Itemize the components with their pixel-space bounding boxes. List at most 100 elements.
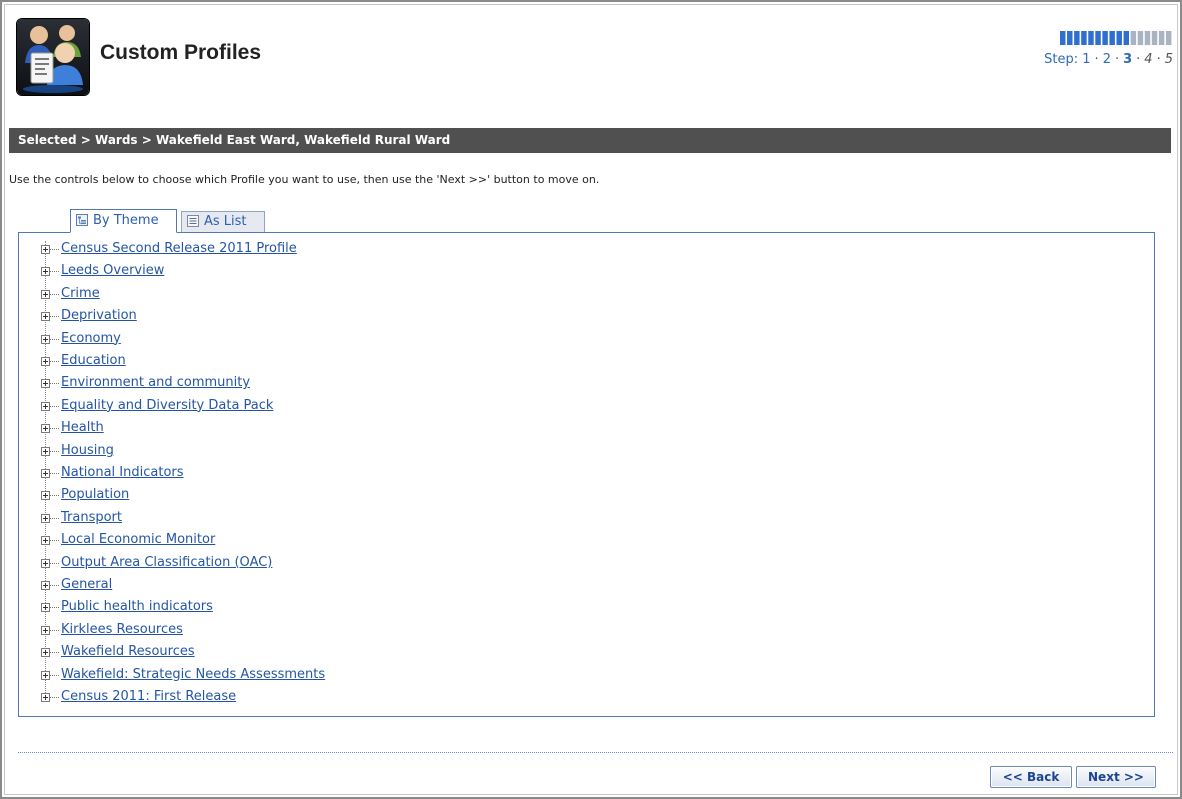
tree-item: Environment and community — [33, 373, 633, 395]
expand-icon[interactable] — [41, 424, 50, 434]
tree-item-link[interactable]: Census 2011: First Release — [61, 689, 236, 704]
tree-item-link[interactable]: Education — [61, 353, 126, 368]
step-separator: · — [1156, 52, 1161, 67]
tree-connector — [50, 271, 59, 273]
tab-by-theme[interactable]: By Theme — [70, 209, 177, 233]
tree-item: Crime — [33, 284, 633, 306]
expand-icon[interactable] — [41, 267, 50, 277]
tree-item-link[interactable]: Local Economic Monitor — [61, 532, 215, 547]
tree-icon — [76, 212, 88, 234]
tree-item-link[interactable]: Leeds Overview — [61, 263, 164, 278]
expand-icon[interactable] — [41, 379, 50, 389]
tree-connector — [50, 674, 59, 676]
tree-item-link[interactable]: Deprivation — [61, 308, 137, 323]
expand-icon[interactable] — [41, 401, 50, 411]
tree-item: Transport — [33, 508, 633, 530]
tab-as-list[interactable]: As List — [181, 211, 265, 233]
profile-tree: Census Second Release 2011 Profile Leeds … — [18, 232, 1155, 717]
tree-item: Wakefield Resources — [33, 642, 633, 664]
expand-icon[interactable] — [41, 446, 50, 456]
tree-item: Housing — [33, 441, 633, 463]
tree-item: Census 2011: First Release — [33, 687, 633, 709]
tree-item-link[interactable]: Output Area Classification (OAC) — [61, 555, 272, 570]
progress-segment-filled — [1109, 31, 1115, 45]
expand-icon[interactable] — [41, 334, 50, 344]
tree-item-link[interactable]: Transport — [61, 510, 122, 525]
tree-connector — [50, 540, 59, 542]
tree-item: Education — [33, 351, 633, 373]
progress-segment-filled — [1116, 31, 1122, 45]
tree-item-link[interactable]: Census Second Release 2011 Profile — [61, 241, 297, 256]
breadcrumb: Selected > Wards > Wakefield East Ward, … — [9, 128, 1171, 153]
progress-segment-filled — [1102, 31, 1108, 45]
tree-item: Output Area Classification (OAC) — [33, 553, 633, 575]
tree-item-link[interactable]: National Indicators — [61, 465, 184, 480]
tree-connector — [50, 361, 59, 362]
next-button[interactable]: Next >> — [1076, 766, 1156, 788]
expand-icon[interactable] — [41, 513, 50, 523]
step-2-link[interactable]: 2 — [1103, 52, 1111, 67]
tree-item: Wakefield: Strategic Needs Assessments — [33, 665, 633, 687]
expand-icon[interactable] — [41, 581, 50, 590]
expand-icon[interactable] — [41, 491, 50, 501]
expand-icon[interactable] — [41, 536, 50, 546]
progress-segment-filled — [1123, 31, 1130, 45]
tree-item-link[interactable]: Public health indicators — [61, 599, 213, 614]
tree-item: Local Economic Monitor — [33, 530, 633, 552]
expand-icon[interactable] — [41, 289, 50, 299]
tree-connector — [50, 249, 59, 250]
expand-icon[interactable] — [41, 245, 50, 254]
list-icon — [187, 214, 199, 234]
progress-segment-empty — [1137, 31, 1144, 45]
tab-by-theme-label: By Theme — [93, 213, 159, 228]
tree-item-link[interactable]: Health — [61, 420, 104, 435]
tree-item-link[interactable]: Wakefield: Strategic Needs Assessments — [61, 667, 325, 682]
tree-connector — [50, 383, 59, 385]
tree-item: Census Second Release 2011 Profile — [33, 239, 633, 261]
back-button[interactable]: << Back — [990, 766, 1072, 788]
tree-item: Kirklees Resources — [33, 620, 633, 642]
tree-item-link[interactable]: Environment and community — [61, 375, 250, 390]
tree-connector — [50, 585, 59, 586]
tree-item-link[interactable]: Kirklees Resources — [61, 622, 183, 637]
expand-icon[interactable] — [41, 693, 50, 702]
tree-item-link[interactable]: Wakefield Resources — [61, 644, 195, 659]
custom-profiles-icon — [17, 19, 89, 95]
expand-icon[interactable] — [41, 469, 50, 478]
expand-icon[interactable] — [41, 603, 50, 613]
tree-item-link[interactable]: Housing — [61, 443, 114, 458]
step-1-link[interactable]: 1 — [1082, 52, 1090, 67]
step-5-link: 5 — [1164, 52, 1173, 67]
tree-item-link[interactable]: Population — [61, 487, 129, 502]
expand-icon[interactable] — [41, 357, 50, 366]
step-separator: · — [1094, 52, 1099, 67]
tree-item-link[interactable]: Equality and Diversity Data Pack — [61, 398, 273, 413]
progress-segment-empty — [1165, 31, 1172, 45]
progress-segment-empty — [1130, 31, 1137, 45]
step-3-link: 3 — [1123, 52, 1133, 67]
step-4-link: 4 — [1144, 52, 1153, 67]
progress-segment-filled — [1060, 31, 1066, 45]
tree-item: Health — [33, 418, 633, 440]
tree-connector — [50, 697, 59, 698]
tree-item: Deprivation — [33, 306, 633, 328]
instructions-text: Use the controls below to choose which P… — [9, 173, 600, 186]
tree-connector — [50, 405, 59, 407]
tree-item-link[interactable]: General — [61, 577, 112, 592]
progress-segment-empty — [1151, 31, 1158, 45]
tree-connector — [50, 316, 59, 318]
tree-item-link[interactable]: Economy — [61, 331, 121, 346]
expand-icon[interactable] — [41, 648, 50, 658]
tree-item: General — [33, 575, 633, 597]
expand-icon[interactable] — [41, 312, 50, 322]
tree-item: Economy — [33, 329, 633, 351]
expand-icon[interactable] — [41, 670, 50, 680]
progress-segment-filled — [1095, 31, 1101, 45]
step-separator: · — [1136, 52, 1141, 67]
tree-item-link[interactable]: Crime — [61, 286, 100, 301]
step-separator: · — [1114, 52, 1120, 67]
expand-icon[interactable] — [41, 558, 50, 568]
tree-item: Equality and Diversity Data Pack — [33, 396, 633, 418]
tree-item: Leeds Overview — [33, 261, 633, 283]
expand-icon[interactable] — [41, 625, 50, 635]
